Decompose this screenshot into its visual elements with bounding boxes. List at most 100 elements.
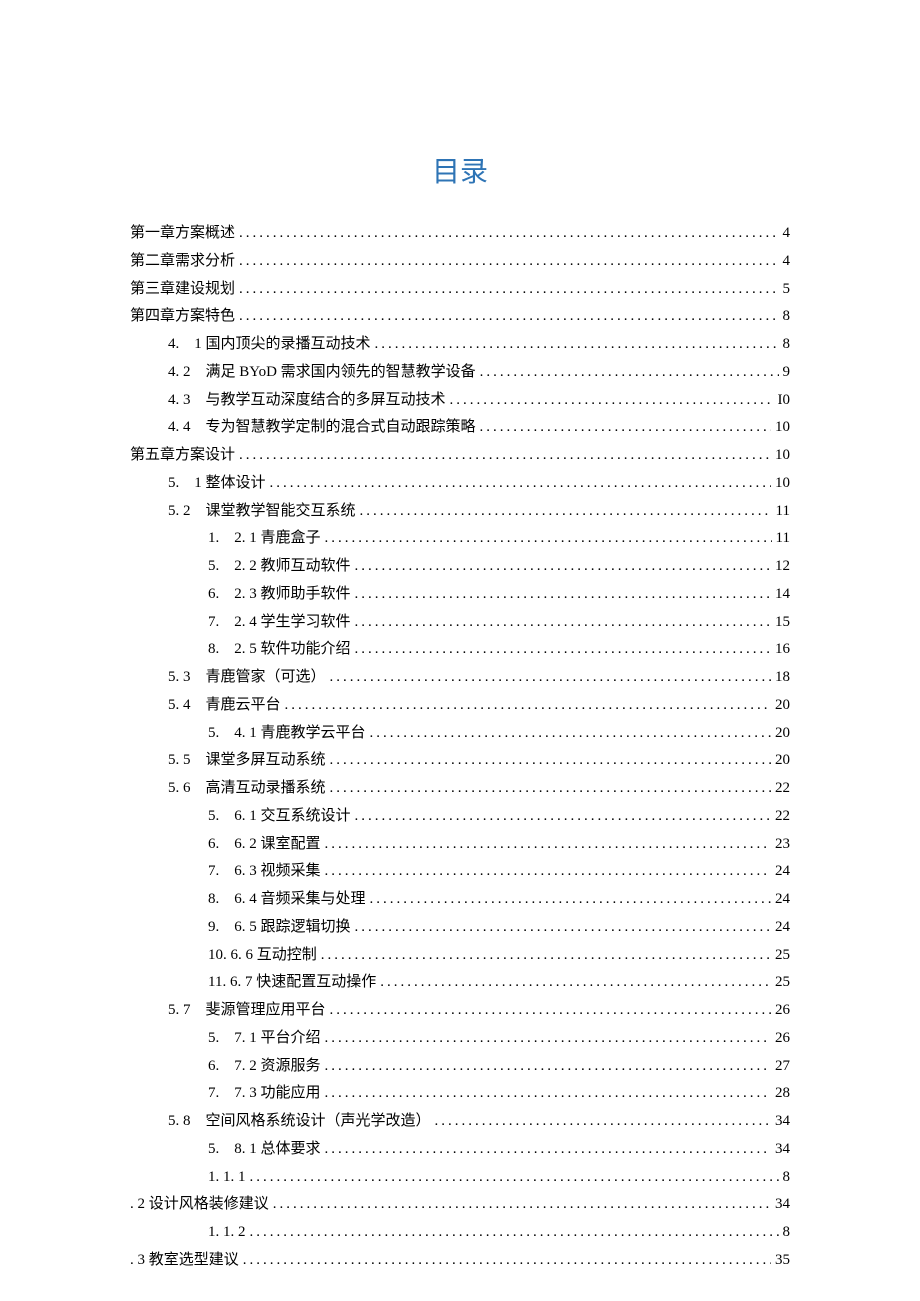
toc-entry: 5. 4. 1 青鹿教学云平台20	[208, 720, 790, 748]
toc-entry: . 2 设计风格装修建议34	[130, 1191, 790, 1219]
toc-entry: 5. 2 课堂教学智能交互系统11	[168, 498, 790, 526]
toc-entry-label: 10. 6. 6 互动控制	[208, 942, 317, 970]
toc-entry-page: I0	[778, 387, 791, 415]
toc-entry-label: 5. 2 课堂教学智能交互系统	[168, 498, 356, 526]
toc-entry-page: 24	[775, 914, 790, 942]
toc-entry-label: 8. 6. 4 音频采集与处理	[208, 886, 366, 914]
toc-entry-label: 5. 3 青鹿管家（可选）	[168, 664, 326, 692]
toc-entry-label: 4. 4 专为智慧教学定制的混合式自动跟踪策略	[168, 414, 476, 442]
toc-entry: 5. 3 青鹿管家（可选） 18	[168, 664, 790, 692]
toc-entry-label: 第一章方案概述	[130, 220, 235, 248]
toc-entry-dots	[330, 775, 771, 803]
toc-container: 第一章方案概述4第二章需求分析4第三章建设规划5第四章方案特色84. 1 国内顶…	[130, 220, 790, 1275]
toc-entry-dots	[250, 1164, 779, 1192]
toc-entry-page: 18	[775, 664, 790, 692]
toc-entry: . 3 教室选型建议35	[130, 1247, 790, 1275]
toc-entry: 5. 6. 1 交互系统设计22	[208, 803, 790, 831]
toc-entry-dots	[239, 248, 778, 276]
toc-entry: 5. 6 高清互动录播系统22	[168, 775, 790, 803]
toc-title: 目录	[130, 150, 790, 190]
toc-entry: 6. 6. 2 课室配置 23	[208, 831, 790, 859]
toc-entry-label: 9. 6. 5 跟踪逻辑切换	[208, 914, 351, 942]
toc-entry: 8. 6. 4 音频采集与处理 24	[208, 886, 790, 914]
toc-entry-dots	[325, 858, 771, 886]
toc-entry-label: 4. 2 满足 BYoD 需求国内领先的智慧教学设备	[168, 359, 476, 387]
toc-entry-page: 22	[775, 803, 790, 831]
toc-entry-dots	[321, 942, 771, 970]
toc-entry: 1. 1. 1 8	[208, 1164, 790, 1192]
toc-entry: 4. 2 满足 BYoD 需求国内领先的智慧教学设备9	[168, 359, 790, 387]
toc-entry-page: 20	[775, 720, 790, 748]
toc-entry: 7. 2. 4 学生学习软件15	[208, 609, 790, 637]
toc-entry: 5. 8. 1 总体要求34	[208, 1136, 790, 1164]
toc-entry: 1. 1. 28	[208, 1219, 790, 1247]
toc-entry-page: 25	[775, 942, 790, 970]
toc-entry-page: 14	[775, 581, 790, 609]
toc-entry-page: 10	[775, 470, 790, 498]
toc-entry-label: 5. 4 青鹿云平台	[168, 692, 281, 720]
toc-entry-label: 4. 3 与教学互动深度结合的多屏互动技术	[168, 387, 446, 415]
toc-entry-label: 8. 2. 5 软件功能介绍	[208, 636, 351, 664]
toc-entry-page: 26	[775, 997, 790, 1025]
toc-entry-dots	[355, 914, 771, 942]
toc-entry: 第五章方案设计10	[130, 442, 790, 470]
toc-entry-dots	[325, 831, 771, 859]
toc-entry-page: 23	[775, 831, 790, 859]
toc-entry-page: 28	[775, 1080, 790, 1108]
toc-entry-dots	[243, 1247, 771, 1275]
toc-entry-dots	[355, 803, 771, 831]
toc-entry-page: 34	[775, 1108, 790, 1136]
toc-entry-dots	[273, 1191, 771, 1219]
toc-entry-label: 4. 1 国内顶尖的录播互动技术	[168, 331, 371, 359]
toc-entry-page: 26	[775, 1025, 790, 1053]
toc-entry-page: 8	[783, 303, 791, 331]
toc-entry: 第二章需求分析4	[130, 248, 790, 276]
toc-entry-dots	[435, 1108, 771, 1136]
toc-entry: 10. 6. 6 互动控制 25	[208, 942, 790, 970]
toc-entry-label: 1. 2. 1 青鹿盒子	[208, 525, 321, 553]
toc-entry-dots	[250, 1219, 779, 1247]
toc-entry-page: 11	[776, 525, 790, 553]
toc-entry-dots	[330, 747, 771, 775]
toc-entry-dots	[480, 414, 771, 442]
toc-entry-dots	[360, 498, 772, 526]
toc-entry: 5. 2. 2 教师互动软件12	[208, 553, 790, 581]
toc-entry-label: 1. 1. 1	[208, 1164, 246, 1192]
toc-entry-label: 5. 8 空间风格系统设计（声光学改造）	[168, 1108, 431, 1136]
toc-entry-dots	[375, 331, 779, 359]
toc-entry-page: 10	[775, 442, 790, 470]
toc-entry-page: 24	[775, 886, 790, 914]
toc-entry-page: 8	[783, 1164, 791, 1192]
toc-entry-label: 第四章方案特色	[130, 303, 235, 331]
toc-entry: 1. 2. 1 青鹿盒子 11	[208, 525, 790, 553]
toc-entry: 第四章方案特色 8	[130, 303, 790, 331]
toc-entry: 4. 3 与教学互动深度结合的多屏互动技术 I0	[168, 387, 790, 415]
toc-entry: 5. 8 空间风格系统设计（声光学改造） 34	[168, 1108, 790, 1136]
toc-entry-dots	[239, 442, 771, 470]
toc-entry: 第三章建设规划5	[130, 276, 790, 304]
toc-entry-label: 5. 8. 1 总体要求	[208, 1136, 321, 1164]
toc-entry-label: 第二章需求分析	[130, 248, 235, 276]
toc-entry-dots	[239, 276, 778, 304]
toc-entry-dots	[355, 636, 771, 664]
toc-entry-dots	[330, 664, 771, 692]
toc-entry-dots	[239, 303, 778, 331]
toc-entry: 5. 7. 1 平台介绍26	[208, 1025, 790, 1053]
toc-entry-dots	[355, 581, 771, 609]
toc-entry-dots	[450, 387, 774, 415]
toc-entry-dots	[325, 1025, 771, 1053]
toc-entry-page: 34	[775, 1191, 790, 1219]
toc-entry-label: 6. 2. 3 教师助手软件	[208, 581, 351, 609]
toc-entry-label: 7. 6. 3 视频采集	[208, 858, 321, 886]
toc-entry-dots	[380, 969, 771, 997]
toc-entry-page: 8	[783, 1219, 791, 1247]
toc-entry: 5. 7 斐源管理应用平台26	[168, 997, 790, 1025]
toc-entry-page: 15	[775, 609, 790, 637]
toc-entry-label: 5. 5 课堂多屏互动系统	[168, 747, 326, 775]
toc-entry: 5. 1 整体设计10	[168, 470, 790, 498]
toc-entry-dots	[325, 1053, 771, 1081]
toc-entry-page: 12	[775, 553, 790, 581]
toc-entry: 4. 4 专为智慧教学定制的混合式自动跟踪策略10	[168, 414, 790, 442]
toc-entry-label: 6. 6. 2 课室配置	[208, 831, 321, 859]
toc-entry: 7. 6. 3 视频采集24	[208, 858, 790, 886]
